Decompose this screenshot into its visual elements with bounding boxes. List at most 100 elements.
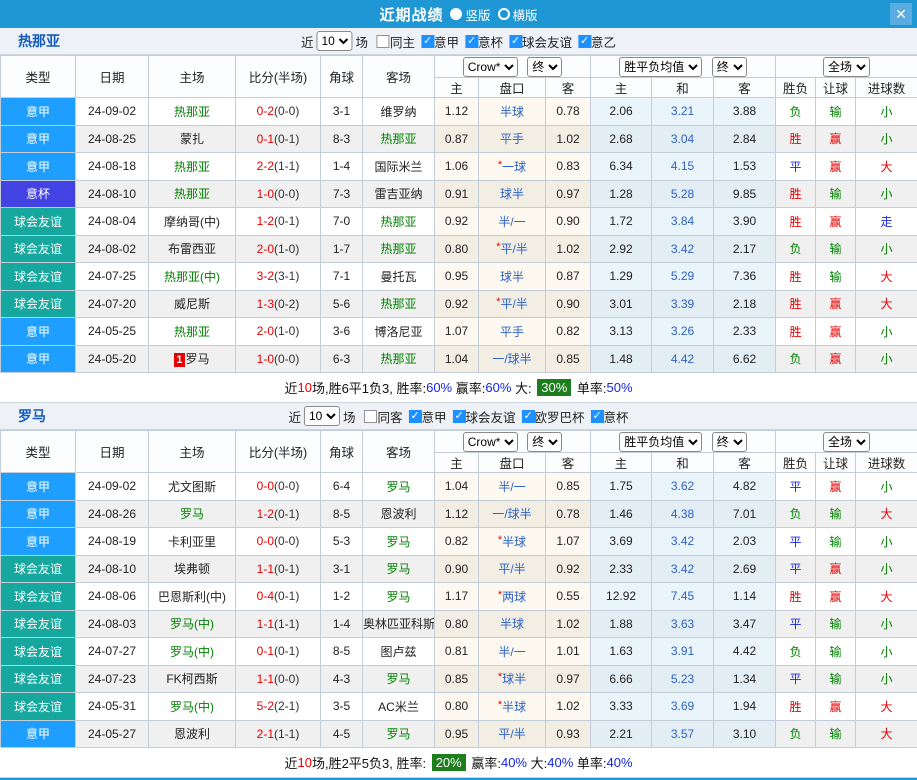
section-header: 热那亚 近 10 场 同主 意甲 意杯 球会友谊 意乙 [0, 28, 917, 55]
let-ball-cell: 赢 [815, 152, 857, 181]
league-checkbox-2[interactable] [521, 409, 535, 423]
odds-home: 0.91 [434, 179, 479, 208]
avg-home: 1.88 [590, 609, 653, 638]
col-header-goals: 进球数 [855, 77, 917, 98]
odds-home: 1.04 [434, 344, 479, 373]
col-header-home: 主场 [148, 430, 236, 473]
home-team-name: 埃弗顿 [173, 562, 210, 577]
same-venue-checkbox[interactable] [375, 34, 389, 48]
match-date: 24-08-19 [75, 527, 149, 556]
halftime-score: (3-1) [274, 269, 300, 284]
league-checkbox-1[interactable] [465, 34, 479, 48]
col-header-date: 日期 [75, 430, 149, 473]
fulltime-score: 2-2 [256, 159, 274, 174]
avg-time-select[interactable]: 终 [711, 431, 747, 452]
avg-home: 3.69 [590, 527, 653, 556]
odds-time-select[interactable]: 终 [527, 431, 563, 452]
score-cell: 1-2(0-1) [235, 499, 321, 528]
let-ball-cell: 赢 [815, 317, 857, 346]
match-row: 意甲 24-05-25 热那亚 2-0(1-0) 3-6 博洛尼亚 1.07 平手 0.82 3.… [0, 317, 917, 346]
match-count-select[interactable]: 10 [316, 31, 353, 51]
match-row: 球会友谊 24-08-03 罗马(中) 1-1(1-1) 1-4 奥林匹亚科斯 0.80 半球… [0, 609, 917, 638]
same-venue-checkbox[interactable] [363, 409, 377, 423]
match-row: 意甲 24-05-27 恩波利 2-1(1-1) 4-5 罗马 0.95 平/半 0.93 2.2… [0, 719, 917, 748]
odds-home: 1.04 [434, 472, 479, 501]
away-team-cell: 图卢兹 [362, 637, 435, 666]
handicap: *半球 [478, 692, 546, 721]
avg-draw: 3.42 [651, 554, 715, 583]
avg-away: 2.18 [713, 289, 777, 318]
league-checkbox-0[interactable] [420, 34, 434, 48]
league-badge: 意甲 [0, 317, 76, 346]
away-team-name: 热那亚 [380, 352, 417, 367]
league-badge: 意甲 [0, 97, 76, 126]
avg-type-select[interactable]: 胜平负均值 [619, 431, 703, 452]
result-cell: 平 [775, 664, 817, 693]
goals-cell: 小 [855, 234, 917, 263]
match-row: 意甲 24-09-02 热那亚 0-2(0-0) 3-1 维罗纳 1.12 半球 0.78 2.0… [0, 97, 917, 126]
odds-away: 1.02 [544, 692, 592, 721]
let-ball-cell: 输 [815, 234, 857, 263]
col-header-corner: 角球 [320, 55, 363, 98]
home-team-cell: 1 罗马 [148, 344, 236, 373]
corner-score: 7-3 [320, 179, 363, 208]
match-count-select[interactable]: 10 [303, 406, 340, 426]
handicap: 球半 [478, 262, 546, 291]
odds-company-select[interactable]: Crow* [462, 56, 518, 77]
result-group-header: 全场 [775, 430, 917, 453]
scope-select[interactable]: 全场 [823, 431, 871, 452]
home-team-cell: 罗马(中) [148, 609, 236, 638]
league-checkbox-3[interactable] [590, 409, 604, 423]
league-checkbox-2[interactable] [509, 34, 523, 48]
score-cell: 1-3(0-2) [235, 289, 321, 318]
avg-away: 4.42 [713, 637, 777, 666]
score-cell: 2-0(1-0) [235, 234, 321, 263]
corner-score: 6-4 [320, 472, 363, 501]
goals-cell: 小 [855, 97, 917, 126]
summary-text: 场,胜2平5负3, 胜率: [311, 756, 430, 771]
star-icon: * [497, 158, 503, 171]
match-row: 球会友谊 24-07-27 罗马(中) 0-1(0-1) 8-5 图卢兹 0.81 半/一 1.… [0, 637, 917, 666]
fulltime-score: 1-1 [256, 616, 274, 631]
avg-time-select[interactable]: 终 [711, 56, 747, 77]
home-team-name: 热那亚 [173, 104, 210, 119]
avg-away: 9.85 [713, 179, 777, 208]
scope-select[interactable]: 全场 [823, 56, 871, 77]
league-checkbox-1[interactable] [452, 409, 466, 423]
col-header-odds-home: 主 [434, 77, 479, 98]
fulltime-score: 1-1 [256, 561, 274, 576]
home-team-cell: 摩纳哥(中) [148, 207, 236, 236]
score-cell: 0-0(0-0) [235, 527, 321, 556]
avg-draw: 5.23 [651, 664, 715, 693]
goals-cell: 小 [855, 179, 917, 208]
avg-away: 4.82 [713, 472, 777, 501]
away-team-cell: 国际米兰 [362, 152, 435, 181]
league-checkbox-0[interactable] [408, 409, 422, 423]
star-icon: * [497, 533, 503, 546]
goals-cell: 小 [855, 344, 917, 373]
corner-score: 3-1 [320, 554, 363, 583]
home-team-name: 罗马 [179, 507, 204, 522]
layout-vertical-option[interactable]: 竖版 [450, 5, 491, 24]
summary-text: 40% [606, 755, 633, 770]
avg-type-select[interactable]: 胜平负均值 [619, 56, 703, 77]
league-label-2: 球会友谊 [522, 35, 573, 50]
home-team-name: 蒙扎 [179, 132, 204, 147]
league-checkbox-3[interactable] [578, 34, 592, 48]
corner-score: 8-5 [320, 499, 363, 528]
match-row: 意甲 24-08-18 热那亚 2-2(1-1) 1-4 国际米兰 1.06 *一球 0.83 6… [0, 152, 917, 181]
odds-company-select[interactable]: Crow* [462, 431, 518, 452]
avg-draw: 4.38 [651, 499, 715, 528]
home-team-cell: 热那亚(中) [148, 262, 236, 291]
odds-home: 0.80 [434, 234, 479, 263]
score-cell: 1-1(0-1) [235, 554, 321, 583]
result-group-header: 全场 [775, 55, 917, 78]
match-row: 意甲 24-08-19 卡利亚里 0-0(0-0) 5-3 罗马 0.82 *半球 1.07 3.… [0, 527, 917, 556]
odds-away: 0.82 [544, 317, 592, 346]
away-team-cell: 曼托瓦 [362, 262, 435, 291]
layout-horizontal-option[interactable]: 横版 [497, 5, 538, 24]
close-button[interactable]: ✕ [890, 3, 912, 25]
odds-time-select[interactable]: 终 [527, 56, 563, 77]
match-date: 24-08-18 [75, 152, 149, 181]
away-team-cell: 罗马 [362, 554, 435, 583]
